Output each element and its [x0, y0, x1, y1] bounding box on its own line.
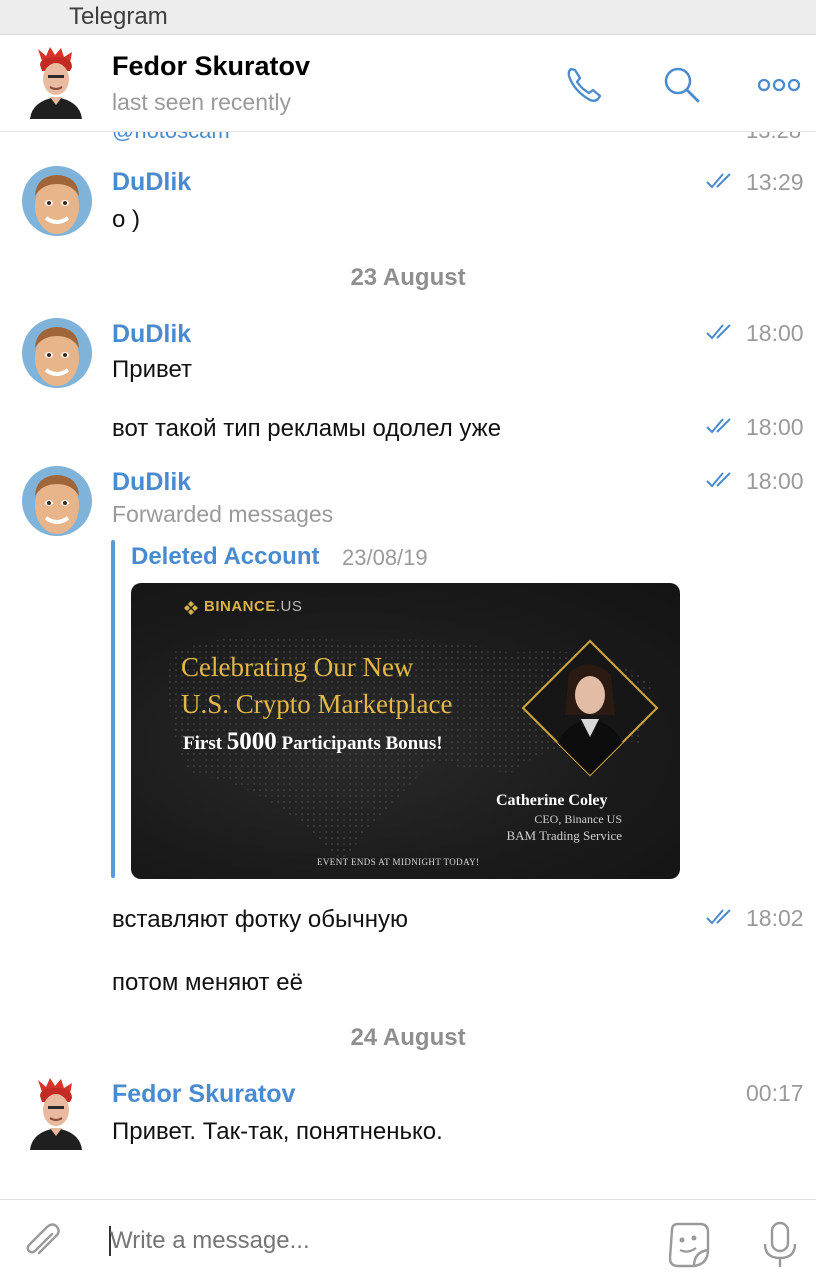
sticker-icon[interactable]	[664, 1220, 714, 1270]
window-titlebar: Telegram	[0, 0, 816, 35]
sender-name[interactable]: DuDlik	[112, 320, 191, 349]
message-input[interactable]	[110, 1222, 630, 1260]
message-time: 18:00	[746, 468, 804, 494]
chat-header: Fedor Skuratov last seen recently	[0, 35, 816, 132]
read-checkmarks-icon	[706, 324, 731, 340]
message-text: Привет	[112, 356, 193, 383]
search-icon[interactable]	[660, 63, 704, 107]
forwarded-label: Forwarded messages	[112, 501, 334, 527]
read-checkmarks-icon	[706, 418, 731, 434]
date-separator: 23 August	[350, 264, 466, 291]
banner-footer: EVENT ENDS AT MIDNIGHT TODAY!	[317, 857, 480, 867]
forward-quote-bar	[111, 540, 115, 878]
message-time: 18:00	[746, 320, 804, 346]
banner-bonus: First 5000 Participants Bonus!	[183, 728, 443, 755]
sender-name[interactable]: Fedor Skuratov	[112, 1080, 295, 1109]
message-time: 13:29	[746, 169, 804, 195]
read-checkmarks-icon	[706, 173, 731, 189]
message-text: Привет. Так-так, понятненько.	[112, 1118, 443, 1145]
message-list[interactable]: @notoscam 13:28 DuDlik о ) 13:29 23 Augu…	[0, 132, 816, 1198]
banner-person-title: CEO, Binance US	[534, 812, 622, 826]
clipped-message-text: @notoscam	[112, 132, 230, 144]
message-time: 18:02	[746, 905, 804, 931]
message-time: 18:00	[746, 414, 804, 440]
microphone-icon[interactable]	[758, 1220, 802, 1270]
message-text: потом меняют её	[112, 969, 303, 996]
portrait-frame	[521, 639, 659, 777]
banner-person-company: BAM Trading Service	[506, 828, 622, 843]
forward-source-date: 23/08/19	[342, 545, 428, 570]
forward-source-name[interactable]: Deleted Account	[131, 543, 319, 571]
more-icon[interactable]	[756, 63, 802, 107]
attach-icon[interactable]	[20, 1220, 64, 1264]
binance-logo-icon	[184, 601, 198, 615]
composer-bar	[0, 1199, 816, 1281]
sender-name[interactable]: DuDlik	[112, 168, 191, 197]
banner-person-name: Catherine Coley	[496, 792, 608, 809]
contact-avatar[interactable]	[24, 47, 88, 119]
sender-name[interactable]: DuDlik	[112, 468, 191, 497]
clipped-message-time: 13:28	[746, 132, 801, 144]
contact-status: last seen recently	[112, 89, 291, 115]
date-separator: 24 August	[350, 1024, 466, 1051]
forwarded-ad-image[interactable]: BINANCE.US Celebrating Our New U.S. Cryp…	[131, 583, 680, 879]
sender-avatar[interactable]	[24, 1078, 88, 1150]
read-checkmarks-icon	[706, 909, 731, 925]
read-checkmarks-icon	[706, 472, 731, 488]
message-text: о )	[112, 206, 141, 233]
sender-avatar[interactable]	[22, 318, 92, 388]
contact-name[interactable]: Fedor Skuratov	[112, 51, 310, 82]
message-time: 00:17	[746, 1080, 804, 1106]
app-title: Telegram	[69, 3, 168, 30]
sender-avatar[interactable]	[22, 166, 92, 236]
sender-avatar[interactable]	[22, 466, 92, 536]
banner-brand: BINANCE.US	[204, 598, 303, 615]
banner-headline: Celebrating Our New U.S. Crypto Marketpl…	[181, 652, 453, 719]
message-text: вставляют фотку обычную	[112, 906, 408, 933]
phone-icon[interactable]	[562, 63, 606, 107]
message-text: вот такой тип рекламы одолел уже	[112, 415, 502, 442]
